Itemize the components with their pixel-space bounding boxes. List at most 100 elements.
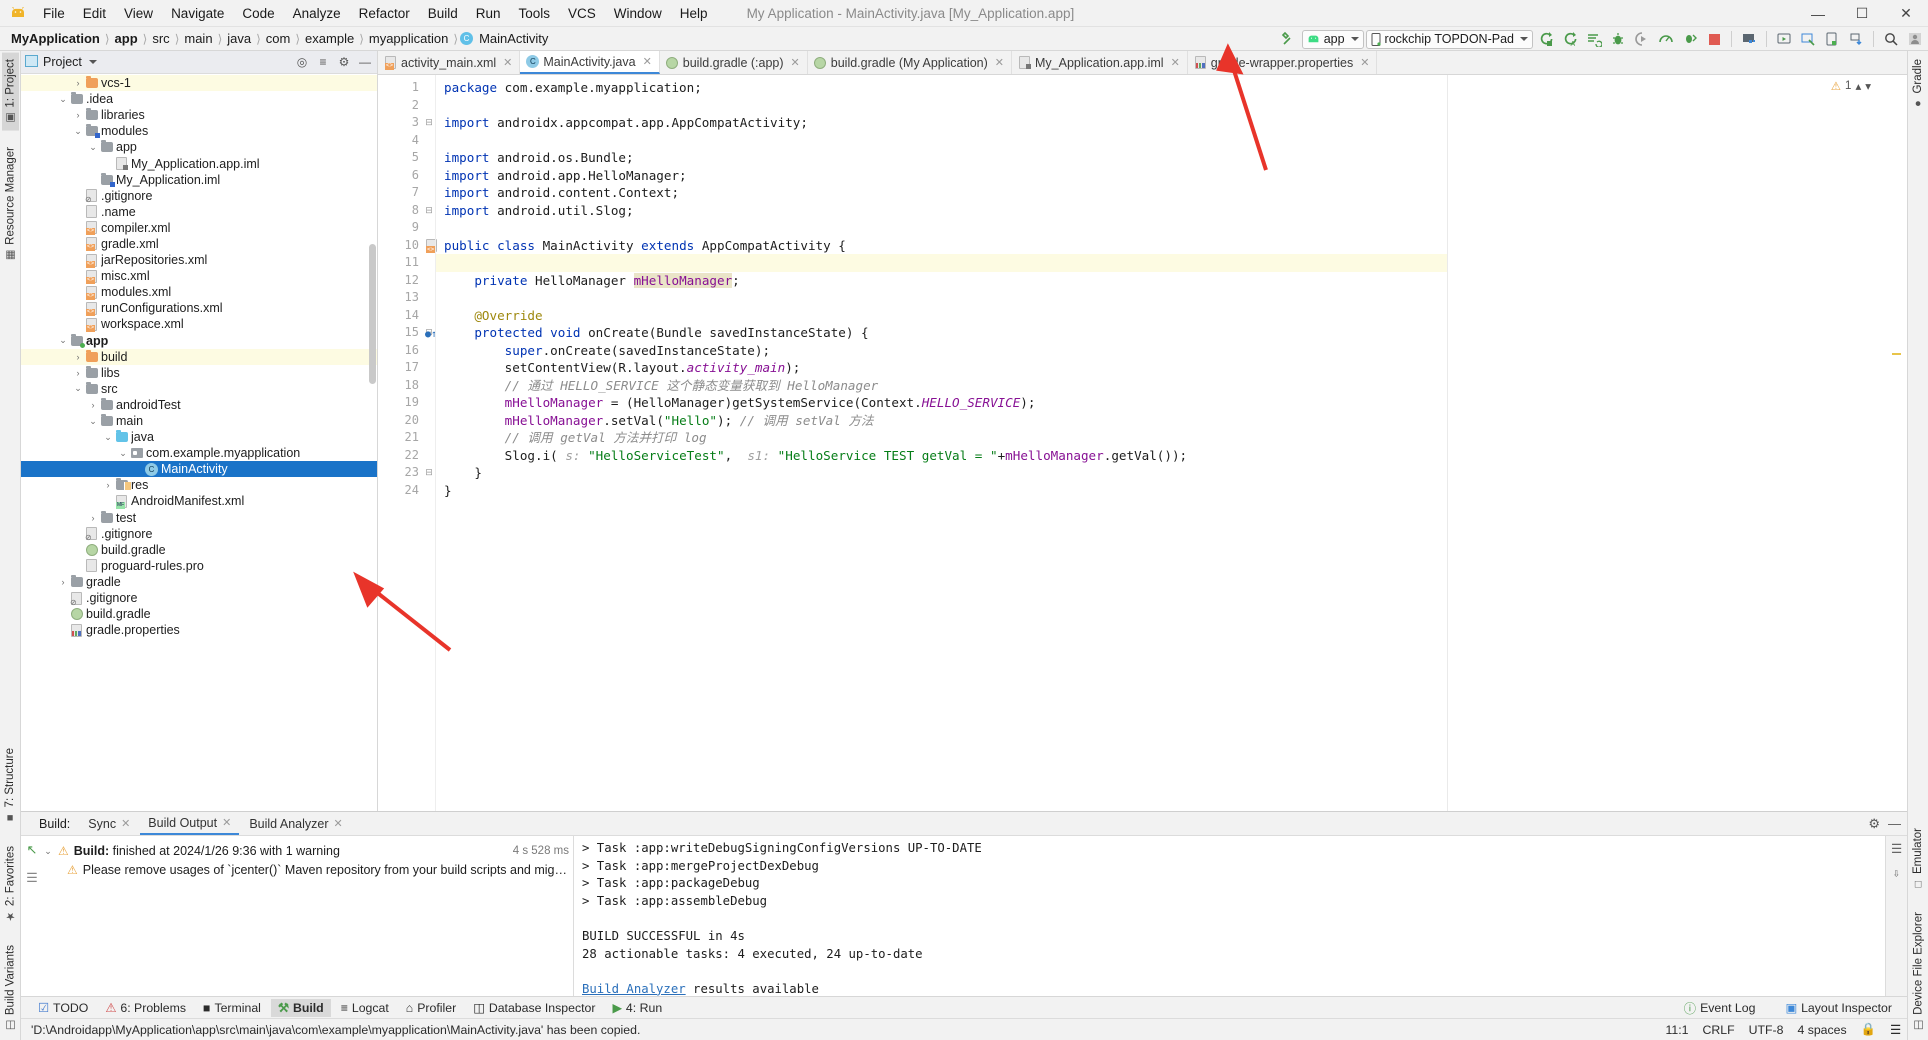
menu-bar[interactable]: File Edit View Navigate Code Analyze Ref… [34,4,717,23]
debug-icon[interactable] [1607,28,1629,50]
code-line[interactable]: import android.os.Bundle; [436,149,1447,167]
tool-tab-terminal[interactable]: ■ Terminal [196,999,268,1017]
editor-tab-activity-main-xml[interactable]: activity_main.xml ✕ [378,51,521,74]
line-separator[interactable]: CRLF [1702,1023,1734,1037]
tree-twisty[interactable]: ⌄ [87,142,99,153]
tree-row[interactable]: AndroidManifest.xml [21,493,377,509]
notifications-icon[interactable]: ☰ [1890,1023,1901,1037]
code-content[interactable]: package com.example.myapplication; impor… [435,75,1447,811]
menu-view[interactable]: View [115,4,162,23]
code-line[interactable]: @Override [436,307,1447,325]
code-line[interactable]: // 通过 HELLO_SERVICE 这个静态变量获取到 HelloManag… [436,377,1447,395]
sdk-manager-icon[interactable] [1738,28,1760,50]
build-status-row[interactable]: ⌄ ⚠ Build: finished at 2024/1/26 9:36 wi… [43,842,569,861]
code-line[interactable]: mHelloManager.setVal("Hello"); // 调用 set… [436,412,1447,430]
tree-row[interactable]: gradle.properties [21,622,377,638]
sidebar-item-structure[interactable]: ■ 7: Structure [2,742,18,829]
code-line[interactable]: private HelloManager mHelloManager; [436,272,1447,290]
line-number[interactable]: 7 [378,184,423,202]
code-line[interactable]: mHelloManager = (HelloManager)getSystemS… [436,394,1447,412]
tree-row[interactable]: ⌄ app [21,333,377,349]
project-tree-scrollbar[interactable] [369,244,376,384]
close-icon[interactable]: ✕ [1360,56,1369,69]
menu-vcs[interactable]: VCS [559,4,605,23]
line-number[interactable]: 9 [378,219,423,237]
tree-row[interactable]: › libraries [21,107,377,123]
line-number[interactable]: 4 [378,132,423,150]
code-line[interactable]: import androidx.appcompat.app.AppCompatA… [436,114,1447,132]
tool-tab-profiler[interactable]: ⌂ Profiler [399,999,463,1017]
device-selector[interactable]: rockchip TOPDON-Pad [1365,29,1533,49]
tab-build-output[interactable]: Build Output ✕ [140,813,240,835]
sync-gradle-icon[interactable] [1845,28,1867,50]
breadcrumb-java[interactable]: java [224,30,254,47]
tree-twisty[interactable]: ⌄ [72,126,84,137]
chevron-down-icon[interactable]: ▾ [1865,79,1871,93]
hammer-build-icon[interactable] [1278,28,1300,50]
tree-twisty[interactable]: › [87,400,99,410]
marker-warning-stripe[interactable] [1892,353,1901,355]
close-icon[interactable]: ✕ [1171,56,1180,69]
fold-toggle[interactable]: ⊟ [423,114,435,132]
line-number[interactable]: 11 [378,254,423,272]
tab-build-analyzer[interactable]: Build Analyzer ✕ [241,814,350,834]
hide-icon[interactable]: — [357,54,373,70]
settings-gear-icon[interactable]: ⚙ [1868,816,1880,832]
restart-build-icon[interactable]: ↖ [27,842,38,858]
apply-changes-icon[interactable] [1583,28,1605,50]
line-number[interactable]: 13 [378,289,423,307]
breadcrumb-myapplication[interactable]: MyApplication [8,30,103,47]
minimize-button[interactable]: — [1796,0,1840,27]
build-warning-row[interactable]: ⚠ Please remove usages of `jcenter()` Ma… [43,861,569,880]
line-number[interactable]: 17 [378,359,423,377]
code-line[interactable]: protected void onCreate(Bundle savedInst… [436,324,1447,342]
tree-twisty[interactable]: › [87,513,99,523]
inspection-status[interactable]: ⚠ 1 ▴ ▾ [1831,79,1871,93]
line-number[interactable]: 12 [378,272,423,290]
line-number[interactable]: 15 ●↑ [378,324,437,342]
sidebar-item-device-file-explorer[interactable]: ◫ Device File Explorer [1910,906,1927,1038]
editor-tab-my-application-app-iml[interactable]: My_Application.app.iml ✕ [1012,51,1188,74]
code-line[interactable]: // 调用 getVal 方法并打印 log [436,429,1447,447]
code-line[interactable]: } [436,482,1447,500]
code-line[interactable] [436,219,1447,237]
tool-tab-layout-inspector[interactable]: ▣ Layout Inspector [1778,999,1899,1017]
line-number[interactable]: 8 [378,202,423,220]
run-icon[interactable] [1535,28,1557,50]
code-line[interactable] [436,132,1447,150]
close-icon[interactable]: ✕ [643,55,652,68]
code-line[interactable]: import android.app.HelloManager; [436,167,1447,185]
build-tab-bar[interactable]: Build: Sync ✕ Build Output ✕ Build Analy… [21,812,1907,836]
run-coverage-icon[interactable]: A [1559,28,1581,50]
tree-row[interactable]: › test [21,510,377,526]
menu-analyze[interactable]: Analyze [284,4,350,23]
breadcrumb-com[interactable]: com [263,30,294,47]
tab-sync[interactable]: Sync ✕ [80,814,138,834]
tree-twisty[interactable]: › [72,110,84,120]
tree-row[interactable]: misc.xml [21,268,377,284]
tree-row[interactable]: .gitignore [21,526,377,543]
menu-help[interactable]: Help [671,4,717,23]
sidebar-item-build-variants[interactable]: ◫ Build Variants [2,939,19,1038]
line-number-gutter[interactable]: 123456789101112131415●↑16171819202122232… [378,75,437,811]
build-output-console[interactable]: > Task :app:writeDebugSigningConfigVersi… [574,836,1907,996]
line-number[interactable]: 24 [378,482,423,500]
tool-tab-todo[interactable]: ☑ TODO [31,999,95,1017]
code-line[interactable]: setContentView(R.layout.activity_main); [436,359,1447,377]
line-number[interactable]: 5 [378,149,423,167]
menu-navigate[interactable]: Navigate [162,4,233,23]
chevron-up-icon[interactable]: ▴ [1855,79,1861,93]
code-folding-bar[interactable]: ⊟ ⊟ ⊟ ⊟ [423,75,435,811]
line-number[interactable]: 23 [378,464,423,482]
tree-row[interactable]: compiler.xml [21,220,377,236]
breadcrumb-app[interactable]: app [112,30,141,47]
code-line[interactable]: } [436,464,1447,482]
line-number[interactable]: 6 [378,167,423,185]
tool-tab-problems[interactable]: ⚠ 6: Problems [98,999,193,1017]
apply-code-changes-icon[interactable] [1679,28,1701,50]
menu-tools[interactable]: Tools [510,4,560,23]
tree-row[interactable]: My_Application.iml [21,172,377,188]
sidebar-item-resource-manager[interactable]: ▦ Resource Manager [2,141,19,268]
menu-code[interactable]: Code [233,4,283,23]
tree-twisty[interactable]: ⌄ [87,416,99,427]
